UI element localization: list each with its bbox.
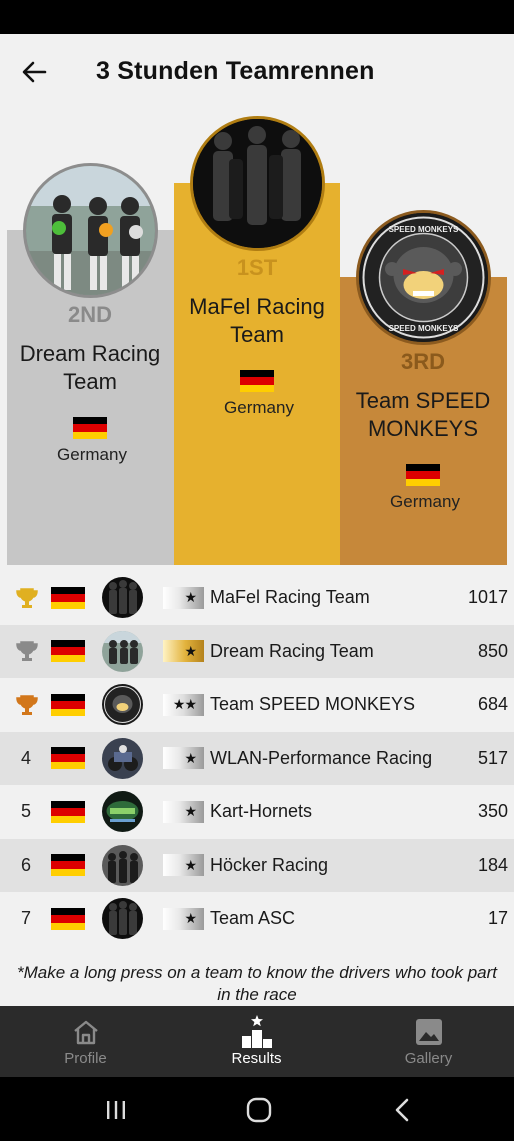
nav-results[interactable]: Results [171, 1006, 342, 1077]
level-badge: ★ [163, 800, 204, 823]
level-badge: ★ [163, 907, 204, 930]
team-points: 684 [477, 694, 508, 715]
second-place-country: Germany [57, 445, 127, 464]
first-place-team-name: MaFel Racing Team [189, 294, 325, 347]
germany-flag-icon [51, 586, 85, 609]
level-badge: ★ [163, 640, 204, 663]
third-place-country: Germany [390, 492, 460, 511]
results-list: ★ MaFel Racing Team 1017 ★ Dream Racing … [0, 571, 514, 946]
team-name: Höcker Racing [210, 854, 329, 875]
germany-flag-icon [51, 640, 85, 663]
team-name: Team ASC [210, 908, 296, 929]
team-points: 17 [487, 908, 508, 929]
team-avatar [102, 844, 143, 886]
position-number: 5 [20, 801, 31, 822]
first-place-rank: 1ST [236, 255, 278, 280]
page-title: 3 Stunden Teamrennen [96, 57, 375, 85]
nav-profile-label: Profile [64, 1050, 107, 1067]
level-badge: ★ [163, 586, 204, 609]
level-badge: ★★ [163, 693, 204, 716]
germany-flag-icon [73, 417, 107, 439]
result-row[interactable]: 4 ★ WLAN-Performance Racing 517 [0, 731, 514, 785]
top-app-bar: 3 Stunden Teamrennen [0, 34, 514, 110]
chevron-left-icon [395, 1098, 409, 1122]
bottom-navigation: Profile Results Gallery [0, 1006, 514, 1077]
result-row[interactable]: 6 ★ Höcker Racing 184 [0, 838, 514, 892]
germany-flag-icon [406, 464, 440, 486]
nav-results-label: Results [231, 1050, 282, 1067]
home-circle-icon [246, 1097, 272, 1123]
svg-text:SPEED MONKEYS: SPEED MONKEYS [389, 324, 459, 333]
germany-flag-icon [51, 907, 85, 930]
first-place-country: Germany [224, 398, 294, 417]
germany-flag-icon [240, 370, 274, 392]
team-points: 1017 [467, 587, 508, 608]
result-row[interactable]: ★ MaFel Racing Team 1017 [0, 571, 514, 625]
germany-flag-icon [51, 693, 85, 716]
back-button[interactable] [16, 56, 52, 88]
result-row[interactable]: ★★ Team SPEED MONKEYS 684 [0, 678, 514, 732]
result-row[interactable]: ★ Dream Racing Team 850 [0, 624, 514, 678]
team-name: MaFel Racing Team [210, 587, 370, 608]
team-avatar [102, 630, 143, 672]
second-place-team-name: Dream Racing Team [19, 341, 161, 394]
team-name: Kart-Hornets [210, 801, 313, 822]
system-navigation-bar [0, 1077, 514, 1141]
podium: SPEED MONKEYS SPEED MONKEYS 2ND 1ST 3RD … [0, 34, 514, 565]
svg-text:SPEED MONKEYS: SPEED MONKEYS [389, 225, 459, 234]
team-avatar [102, 791, 143, 833]
nav-profile[interactable]: Profile [0, 1006, 171, 1077]
status-bar [0, 0, 514, 34]
level-badge: ★ [163, 747, 204, 770]
result-row[interactable]: 7 ★ Team ASC 17 [0, 892, 514, 946]
team-points: 850 [477, 640, 508, 661]
system-back-button[interactable] [383, 1095, 423, 1125]
germany-flag-icon [51, 800, 85, 823]
home-icon [73, 1020, 98, 1045]
team-points: 517 [477, 747, 508, 768]
podium-star-icon [241, 1015, 272, 1048]
position-number: 6 [20, 854, 31, 875]
gold-trophy-icon [16, 588, 38, 608]
germany-flag-icon [51, 854, 85, 877]
first-team-avatar[interactable] [190, 116, 325, 251]
second-place-rank: 2ND [67, 302, 112, 327]
germany-flag-icon [51, 747, 85, 770]
second-team-avatar[interactable] [23, 163, 158, 298]
recent-apps-icon [107, 1101, 125, 1119]
position-number: 4 [20, 747, 31, 768]
team-points: 184 [477, 854, 508, 875]
third-place-team-name: Team SPEED MONKEYS [355, 388, 491, 441]
level-badge: ★ [163, 854, 204, 877]
nav-gallery-label: Gallery [404, 1050, 453, 1067]
position-number: 7 [20, 908, 31, 929]
team-points: 350 [477, 801, 508, 822]
silver-trophy-icon [16, 641, 38, 662]
team-avatar [102, 737, 143, 779]
nav-gallery[interactable]: Gallery [343, 1006, 514, 1077]
team-name: Team SPEED MONKEYS [210, 694, 416, 715]
app-screen: SPEED MONKEYS SPEED MONKEYS 2ND 1ST 3RD … [0, 34, 514, 1006]
team-name: Dream Racing Team [210, 640, 374, 661]
home-button[interactable] [239, 1095, 279, 1125]
third-place-rank: 3RD [400, 349, 445, 374]
team-avatar [102, 898, 143, 940]
team-avatar [102, 684, 143, 726]
team-avatar [102, 577, 143, 619]
result-row[interactable]: 5 ★ Kart-Hornets 350 [0, 785, 514, 839]
image-icon [415, 1019, 442, 1045]
team-name: WLAN-Performance Racing [210, 747, 433, 768]
recent-apps-button[interactable] [96, 1095, 136, 1125]
arrow-left-icon [22, 61, 47, 83]
third-team-logo[interactable]: SPEED MONKEYS SPEED MONKEYS [356, 210, 491, 345]
long-press-hint: *Make a long press on a team to know the… [16, 963, 498, 1004]
bronze-trophy-icon [16, 695, 38, 715]
